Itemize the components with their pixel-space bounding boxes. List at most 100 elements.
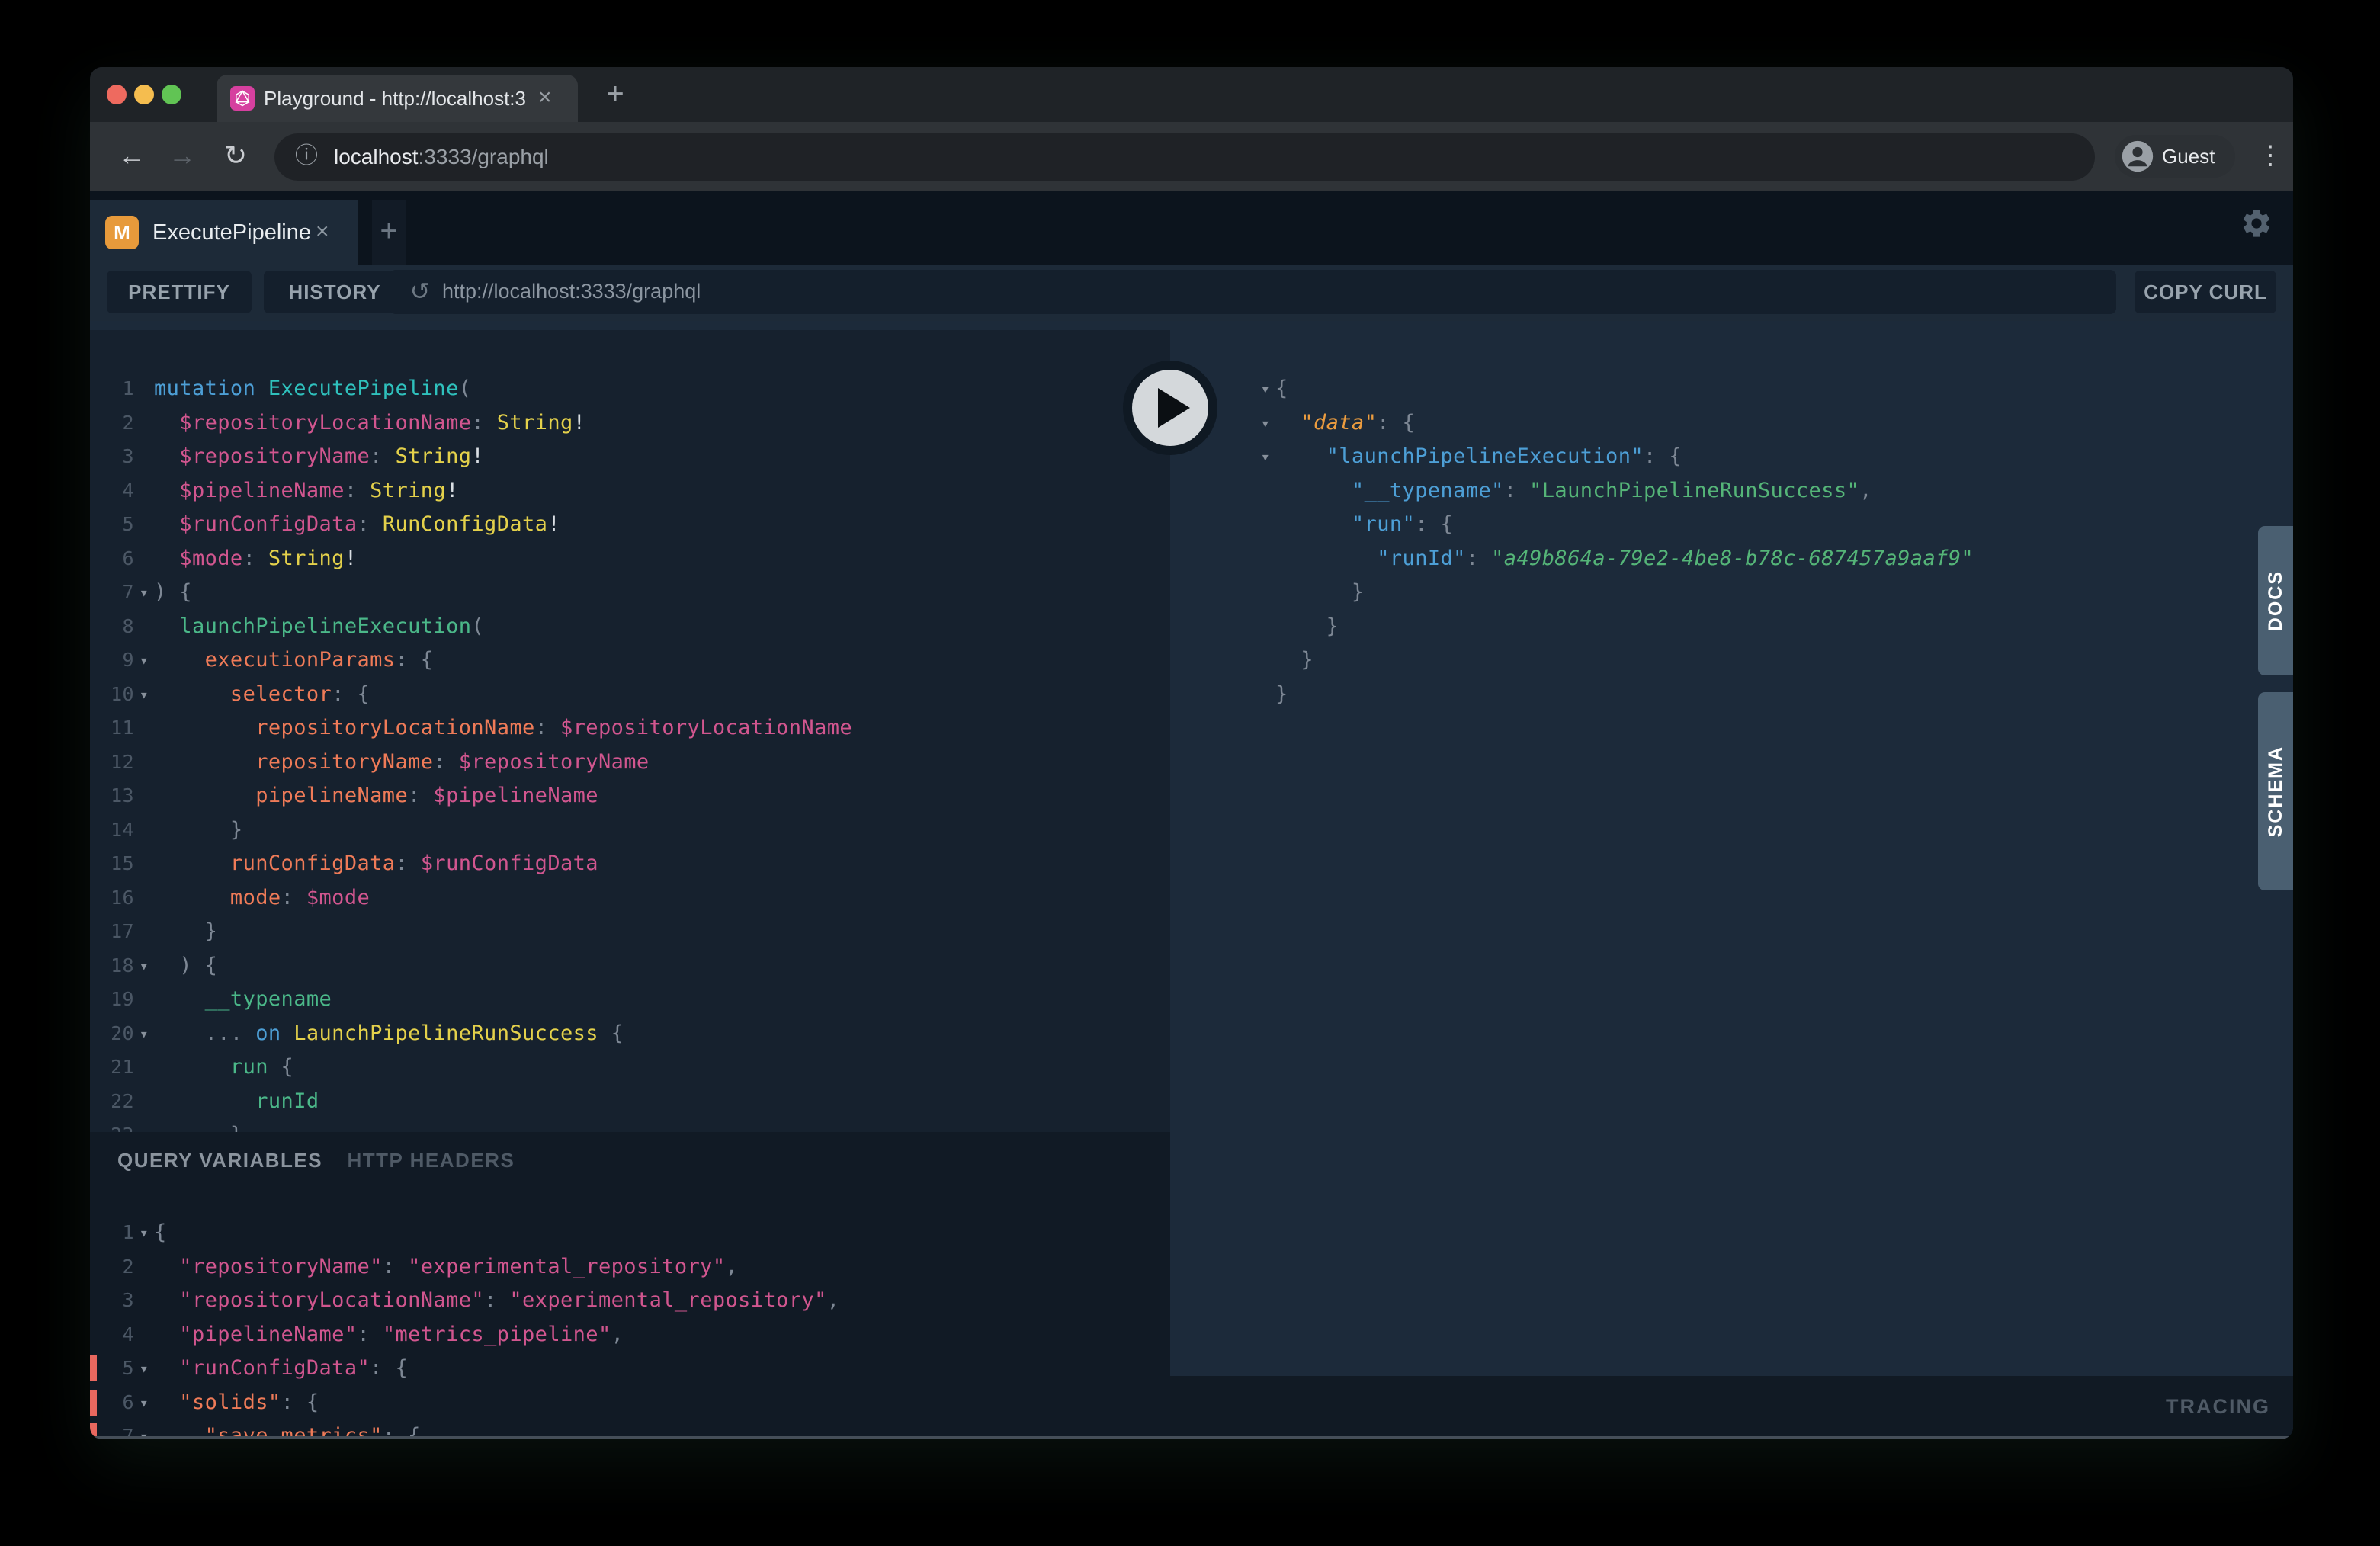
prettify-button[interactable]: PRETTIFY <box>107 271 252 313</box>
code-token: mode <box>154 886 281 909</box>
browser-tab-close-icon[interactable]: × <box>538 75 552 122</box>
mutation-badge: M <box>105 216 139 249</box>
variables-pane[interactable]: QUERY VARIABLES HTTP HEADERS 1▾{2 "repos… <box>90 1132 1170 1439</box>
fold-arrow-icon[interactable]: ▾ <box>134 576 154 610</box>
code-token: } <box>1275 614 1339 638</box>
code-token: executionParams <box>154 648 395 672</box>
code-token: "experimental_repository" <box>408 1255 725 1278</box>
code-token: } <box>1275 580 1365 604</box>
code-token: run <box>154 1055 268 1079</box>
fold-arrow-icon[interactable]: ▾ <box>134 1386 154 1420</box>
fold-arrow-icon[interactable]: ▾ <box>1256 406 1275 441</box>
code-line: 11 repositoryLocationName: $repositoryLo… <box>90 711 1170 746</box>
code-token: selector <box>154 682 332 706</box>
line-number: 22 <box>90 1085 134 1119</box>
code-line: 9▾ executionParams: { <box>90 643 1170 678</box>
line-number: 2 <box>90 406 134 441</box>
fold-arrow-icon[interactable]: ▾ <box>134 949 154 983</box>
fold-arrow-icon[interactable]: ▾ <box>1256 440 1275 474</box>
tracing-toggle[interactable]: TRACING <box>2166 1376 2270 1439</box>
code-line: 23 } <box>90 1118 1170 1132</box>
fold-arrow-icon[interactable]: ▾ <box>134 1419 154 1439</box>
code-token: : { <box>1415 512 1453 536</box>
code-token: String <box>497 411 573 435</box>
window-minimize-button[interactable] <box>134 85 154 104</box>
fold-arrow-icon[interactable]: ▾ <box>134 643 154 678</box>
line-number: 12 <box>90 746 134 780</box>
code-token: : <box>358 1323 383 1346</box>
fold-arrow-icon[interactable]: ▾ <box>134 1216 154 1250</box>
settings-gear-icon[interactable] <box>2240 207 2273 240</box>
code-line: 15 runConfigData: $runConfigData <box>90 847 1170 881</box>
response-viewer[interactable]: ▾{▾ "data": {▾ "launchPipelineExecution"… <box>1170 321 2293 1376</box>
tab-docs[interactable]: DOCS <box>2258 526 2293 675</box>
code-line: ▾ "launchPipelineExecution": { <box>1256 440 2247 474</box>
browser-new-tab-button[interactable]: + <box>596 72 634 117</box>
line-number: 8 <box>90 610 134 644</box>
reload-icon[interactable]: ↻ <box>217 122 255 191</box>
site-info-icon[interactable]: ⓘ <box>291 133 322 180</box>
window-close-button[interactable] <box>107 85 127 104</box>
code-token: : { <box>370 1356 408 1380</box>
code-token: "data" <box>1275 411 1377 435</box>
graphql-favicon-icon <box>230 86 255 111</box>
query-editor[interactable]: 1mutation ExecutePipeline(2 $repositoryL… <box>90 330 1170 1132</box>
code-line: 5 $runConfigData: RunConfigData! <box>90 508 1170 542</box>
profile-button[interactable]: Guest <box>2115 135 2235 178</box>
code-line: 10▾ selector: { <box>90 678 1170 712</box>
line-number: 5 <box>90 508 134 542</box>
tab-query-variables[interactable]: QUERY VARIABLES <box>117 1149 322 1172</box>
session-tab-close-icon[interactable]: × <box>316 200 329 265</box>
execute-button[interactable] <box>1123 361 1217 455</box>
code-token: mutation <box>154 377 268 400</box>
browser-menu-icon[interactable]: ⋮ <box>2253 122 2287 191</box>
code-line: 1mutation ExecutePipeline( <box>90 372 1170 406</box>
fold-arrow-icon[interactable]: ▾ <box>1256 372 1275 406</box>
error-marker <box>90 1390 97 1416</box>
copy-curl-button[interactable]: COPY CURL <box>2135 271 2276 313</box>
code-token: : { <box>1377 411 1415 435</box>
line-number: 20 <box>90 1017 134 1051</box>
back-icon[interactable]: ← <box>113 122 151 191</box>
code-token: : <box>535 716 560 739</box>
code-token: : <box>370 444 395 468</box>
forward-icon[interactable]: → <box>163 122 201 191</box>
response-footer: TRACING <box>1170 1376 2293 1439</box>
code-token: ! <box>446 479 459 502</box>
line-number: 4 <box>90 1318 134 1352</box>
browser-tab[interactable]: Playground - http://localhost:3 × <box>217 75 578 122</box>
code-line: } <box>1256 678 2247 712</box>
line-number: 19 <box>90 983 134 1017</box>
fold-arrow-icon[interactable]: ▾ <box>134 678 154 712</box>
tab-schema[interactable]: SCHEMA <box>2258 692 2293 890</box>
playground-tabbar <box>90 191 2293 265</box>
code-line: 8 launchPipelineExecution( <box>90 610 1170 644</box>
window-zoom-button[interactable] <box>162 85 181 104</box>
code-line: 19 __typename <box>90 983 1170 1017</box>
tab-http-headers[interactable]: HTTP HEADERS <box>348 1149 515 1172</box>
code-token: "LaunchPipelineRunSuccess" <box>1529 479 1859 502</box>
code-token: : <box>358 512 383 536</box>
session-tab-executepipeline[interactable]: M ExecutePipeline × <box>90 200 358 265</box>
new-session-tab-button[interactable]: + <box>372 200 406 265</box>
line-number: 7 <box>90 576 134 610</box>
endpoint-url: http://localhost:3333/graphql <box>442 270 701 314</box>
code-token: pipelineName <box>154 784 408 807</box>
code-line: } <box>1256 576 2247 610</box>
line-number: 15 <box>90 847 134 881</box>
code-token: { <box>598 1022 624 1045</box>
address-url[interactable]: localhost:3333/graphql <box>334 133 549 181</box>
code-token: ! <box>547 512 560 536</box>
fold-arrow-icon[interactable]: ▾ <box>134 1352 154 1386</box>
history-button[interactable]: HISTORY <box>264 271 406 313</box>
url-host: localhost <box>334 145 419 168</box>
fold-arrow-icon[interactable]: ▾ <box>134 1017 154 1051</box>
code-token: $pipelineName <box>154 479 345 502</box>
play-icon <box>1132 370 1208 446</box>
code-token: : <box>484 1288 509 1312</box>
code-token: : { <box>332 682 370 706</box>
line-number: 17 <box>90 915 134 949</box>
code-line: 16 mode: $mode <box>90 881 1170 916</box>
endpoint-history-icon[interactable]: ↺ <box>403 270 437 314</box>
code-token: : <box>383 1255 408 1278</box>
